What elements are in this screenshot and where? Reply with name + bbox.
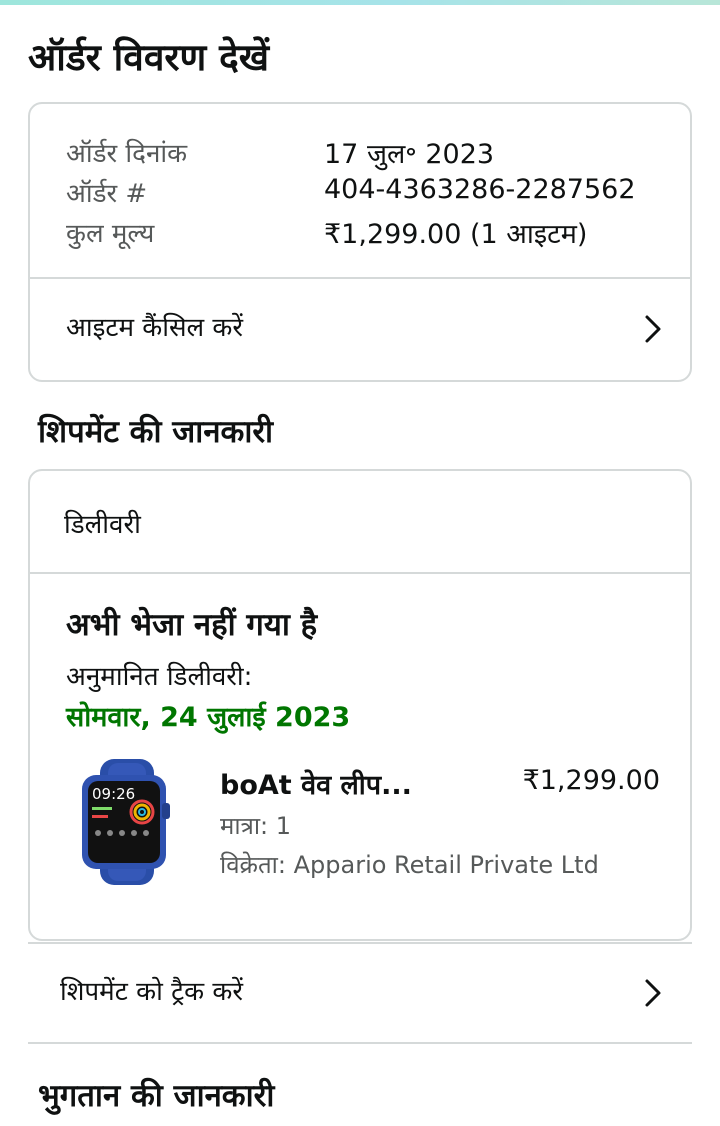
card-divider — [30, 277, 690, 279]
shipment-section-title: शिपमेंट की जानकारी — [38, 414, 274, 450]
page-title: ऑर्डर विवरण देखें — [28, 36, 270, 79]
track-shipment-row[interactable]: शिपमेंट को ट्रैक करें — [28, 942, 692, 1044]
estimated-delivery-label: अनुमानित डिलीवरी: — [66, 662, 253, 692]
delivery-label: डिलीवरी — [64, 510, 141, 540]
track-shipment-label: शिपमेंट को ट्रैक करें — [60, 977, 244, 1007]
smartwatch-icon[interactable]: 09:26 — [78, 759, 176, 885]
order-date-value: 17 जुल॰ 2023 — [324, 139, 495, 170]
order-number-label: ऑर्डर # — [66, 179, 148, 209]
payment-section-title: भुगतान की जानकारी — [38, 1078, 275, 1114]
cancel-items-label: आइटम कैंसिल करें — [66, 313, 244, 343]
top-accent-bar — [0, 0, 720, 5]
item-title-link[interactable]: boAt वेव लीप... — [220, 765, 412, 802]
chevron-right-icon — [645, 979, 661, 1007]
order-total-value: ₹1,299.00 (1 आइटम) — [324, 219, 588, 250]
order-number-value: 404-4363286-2287562 — [324, 174, 636, 205]
item-quantity: मात्रा: 1 — [220, 812, 292, 840]
watch-time: 09:26 — [92, 785, 135, 803]
chevron-right-icon — [645, 315, 661, 343]
item-price: ₹1,299.00 — [522, 765, 660, 796]
order-date-label: ऑर्डर दिनांक — [66, 139, 188, 169]
item-seller: विक्रेता: Appario Retail Private Ltd — [220, 851, 599, 879]
shipment-status: अभी भेजा नहीं गया है — [66, 607, 318, 643]
card-divider — [30, 572, 690, 574]
estimated-delivery-date: सोमवार, 24 जुलाई 2023 — [66, 702, 351, 733]
order-total-label: कुल मूल्य — [66, 219, 155, 249]
order-summary-card: ऑर्डर दिनांक 17 जुल॰ 2023 ऑर्डर # 404-43… — [28, 102, 692, 382]
cancel-items-row[interactable]: आइटम कैंसिल करें — [30, 280, 690, 380]
shipment-card: डिलीवरी अभी भेजा नहीं गया है अनुमानित डि… — [28, 469, 692, 941]
